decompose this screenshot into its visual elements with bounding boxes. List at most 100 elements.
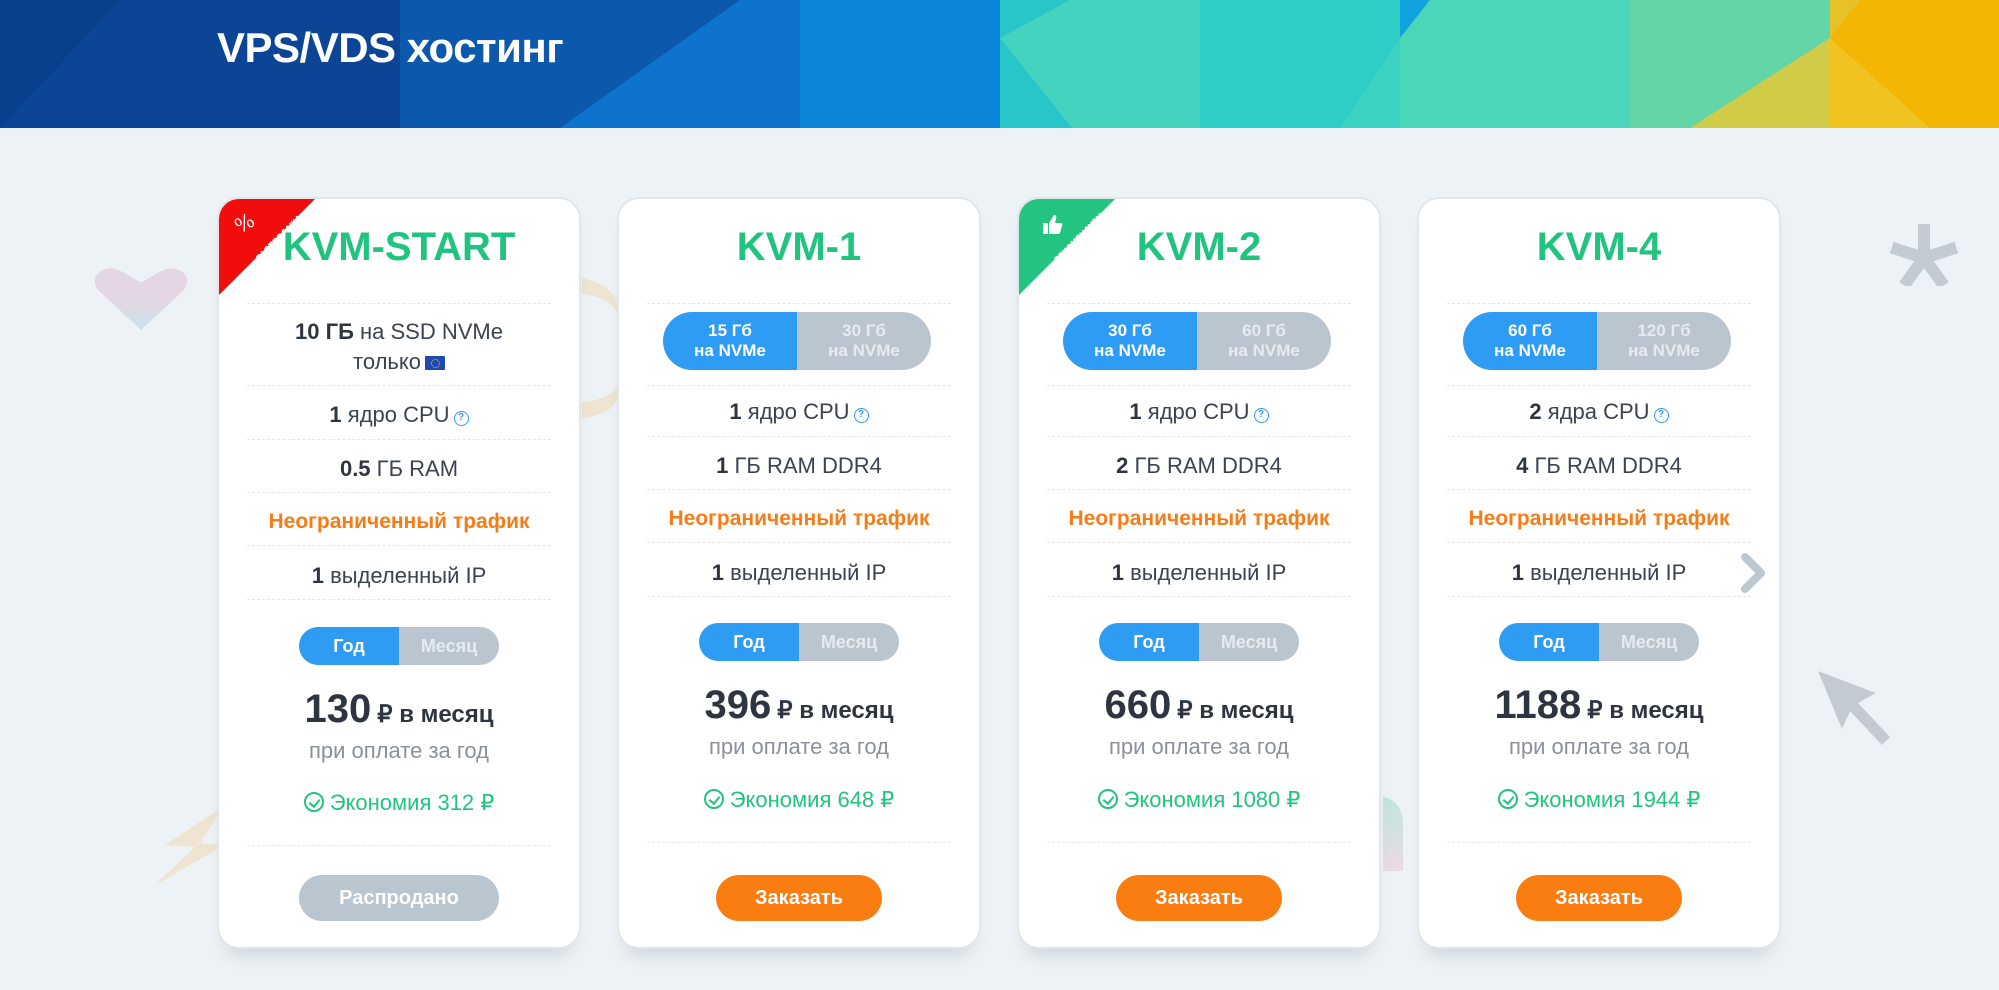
divider xyxy=(1447,489,1751,490)
help-icon[interactable]: ? xyxy=(1653,408,1669,423)
billing-period-toggle: Год Месяц xyxy=(299,627,499,665)
order-button[interactable]: Заказать xyxy=(1516,875,1682,921)
price: 1188 ₽ в месяц xyxy=(1419,683,1779,728)
ip-label: выделенный IP xyxy=(330,563,487,588)
divider xyxy=(647,489,951,490)
ram-label: ГБ RAM DDR4 xyxy=(734,453,882,478)
ip-spec: 1 выделенный IP xyxy=(619,560,979,586)
saving-label: Экономия 312 ₽ xyxy=(329,790,495,815)
traffic-spec: Неограниченный трафик xyxy=(268,510,530,533)
help-icon[interactable]: ? xyxy=(1253,408,1269,423)
divider xyxy=(1447,385,1751,386)
divider xyxy=(647,842,951,843)
ip-spec: 1 выделенный IP xyxy=(1419,560,1779,586)
sold-out-button[interactable]: Распродано xyxy=(299,875,499,921)
disk-size: 10 ГБ xyxy=(295,319,354,344)
plan-card-kvm-start: % РАСПРОДАЖА KVM-START 10 ГБ на SSD NVMe… xyxy=(217,197,581,949)
saving: Экономия 648 ₽ xyxy=(619,787,979,813)
disk-size-toggle: 60 Гб на NVMe 120 Гб на NVMe xyxy=(1463,312,1731,370)
ip-spec: 1 выделенный IP xyxy=(219,563,579,589)
price-value: 1188 xyxy=(1494,683,1582,727)
divider xyxy=(1447,596,1751,597)
check-circle-icon xyxy=(303,792,324,812)
disk-option[interactable]: 30 Гб на NVMe xyxy=(797,312,931,370)
divider xyxy=(1047,385,1351,386)
cpu-spec: 2 ядра CPU? xyxy=(1419,399,1779,425)
saving: Экономия 1080 ₽ xyxy=(1019,787,1379,813)
period-month-tab[interactable]: Месяц xyxy=(399,627,499,665)
saving: Экономия 1944 ₽ xyxy=(1419,787,1779,813)
period-year-tab[interactable]: Год xyxy=(1499,623,1599,661)
check-circle-icon xyxy=(703,789,724,809)
cpu-spec: 1 ядро CPU? xyxy=(619,399,979,425)
divider xyxy=(1047,489,1351,490)
disk-size-toggle: 30 Гб на NVMe 60 Гб на NVMe xyxy=(1063,312,1331,370)
divider xyxy=(647,303,951,304)
period-year-tab[interactable]: Год xyxy=(299,627,399,665)
check-circle-icon xyxy=(1097,789,1118,809)
divider xyxy=(1047,436,1351,437)
divider xyxy=(647,436,951,437)
divider xyxy=(1447,542,1751,543)
cpu-spec: 1 ядро CPU? xyxy=(1019,399,1379,425)
disk-type: на SSD NVMe xyxy=(360,319,503,344)
page-title: VPS/VDS хостинг xyxy=(217,24,564,71)
ip-count: 1 xyxy=(311,563,324,588)
order-button[interactable]: Заказать xyxy=(716,875,882,921)
divider xyxy=(647,385,951,386)
help-icon[interactable]: ? xyxy=(853,408,869,423)
period-month-tab[interactable]: Месяц xyxy=(1599,623,1699,661)
price: 396 ₽ в месяц xyxy=(619,683,979,728)
disk-note: только xyxy=(353,349,421,374)
help-icon[interactable]: ? xyxy=(453,411,469,426)
cpu-label: ядра CPU xyxy=(1547,399,1650,424)
disk-option[interactable]: 120 Гб на NVMe xyxy=(1597,312,1731,370)
divider xyxy=(247,303,551,304)
plan-name: KVM-4 xyxy=(1536,225,1662,269)
disk-option[interactable]: 60 Гб на NVMe xyxy=(1197,312,1331,370)
period-year-tab[interactable]: Год xyxy=(699,623,799,661)
plan-name: KVM-2 xyxy=(1136,225,1262,269)
ip-label: выделенный IP xyxy=(1130,560,1287,585)
ram-size: 1 xyxy=(716,453,729,478)
ip-count: 1 xyxy=(1111,560,1124,585)
plan-card-kvm-4: KVM-4 60 Гб на NVMe 120 Гб на NVMe 2 ядра … xyxy=(1417,197,1781,949)
billing-period-toggle: Год Месяц xyxy=(1099,623,1299,661)
period-month-tab[interactable]: Месяц xyxy=(1199,623,1299,661)
saving-label: Экономия 1080 ₽ xyxy=(1123,787,1301,812)
price-value: 130 xyxy=(304,687,372,731)
divider xyxy=(247,385,551,386)
divider xyxy=(647,542,951,543)
traffic-spec: Неограниченный трафик xyxy=(1068,507,1330,530)
ip-spec: 1 выделенный IP xyxy=(1019,560,1379,586)
price-value: 660 xyxy=(1104,683,1172,727)
disk-option-selected[interactable]: 15 Гб на NVMe xyxy=(663,312,797,370)
divider xyxy=(247,599,551,600)
eu-flag-icon xyxy=(425,356,445,370)
hero-banner: VPS/VDS хостинг xyxy=(0,0,1999,128)
divider xyxy=(1047,842,1351,843)
divider xyxy=(1447,303,1751,304)
cursor-decoration-icon xyxy=(1818,671,1890,745)
price-unit: ₽ в месяц xyxy=(1587,697,1704,724)
ram-size: 0.5 xyxy=(339,456,371,481)
saving: Экономия 312 ₽ xyxy=(219,790,579,816)
order-button[interactable]: Заказать xyxy=(1116,875,1282,921)
divider xyxy=(1047,542,1351,543)
price-note: при оплате за год xyxy=(1508,734,1690,759)
disk-option-selected[interactable]: 60 Гб на NVMe xyxy=(1463,312,1597,370)
price-note: при оплате за год xyxy=(1108,734,1290,759)
ram-spec: 4 ГБ RAM DDR4 xyxy=(1419,453,1779,479)
saving-label: Экономия 1944 ₽ xyxy=(1523,787,1701,812)
price: 130 ₽ в месяц xyxy=(219,687,579,732)
ram-spec: 2 ГБ RAM DDR4 xyxy=(1019,453,1379,479)
ram-spec: 1 ГБ RAM DDR4 xyxy=(619,453,979,479)
ip-count: 1 xyxy=(711,560,724,585)
chevron-right-icon[interactable] xyxy=(1739,553,1769,593)
period-year-tab[interactable]: Год xyxy=(1099,623,1199,661)
period-month-tab[interactable]: Месяц xyxy=(799,623,899,661)
disk-option-selected[interactable]: 30 Гб на NVMe xyxy=(1063,312,1197,370)
divider xyxy=(647,596,951,597)
cpu-spec: 1 ядро CPU? xyxy=(219,402,579,428)
ip-count: 1 xyxy=(1511,560,1524,585)
